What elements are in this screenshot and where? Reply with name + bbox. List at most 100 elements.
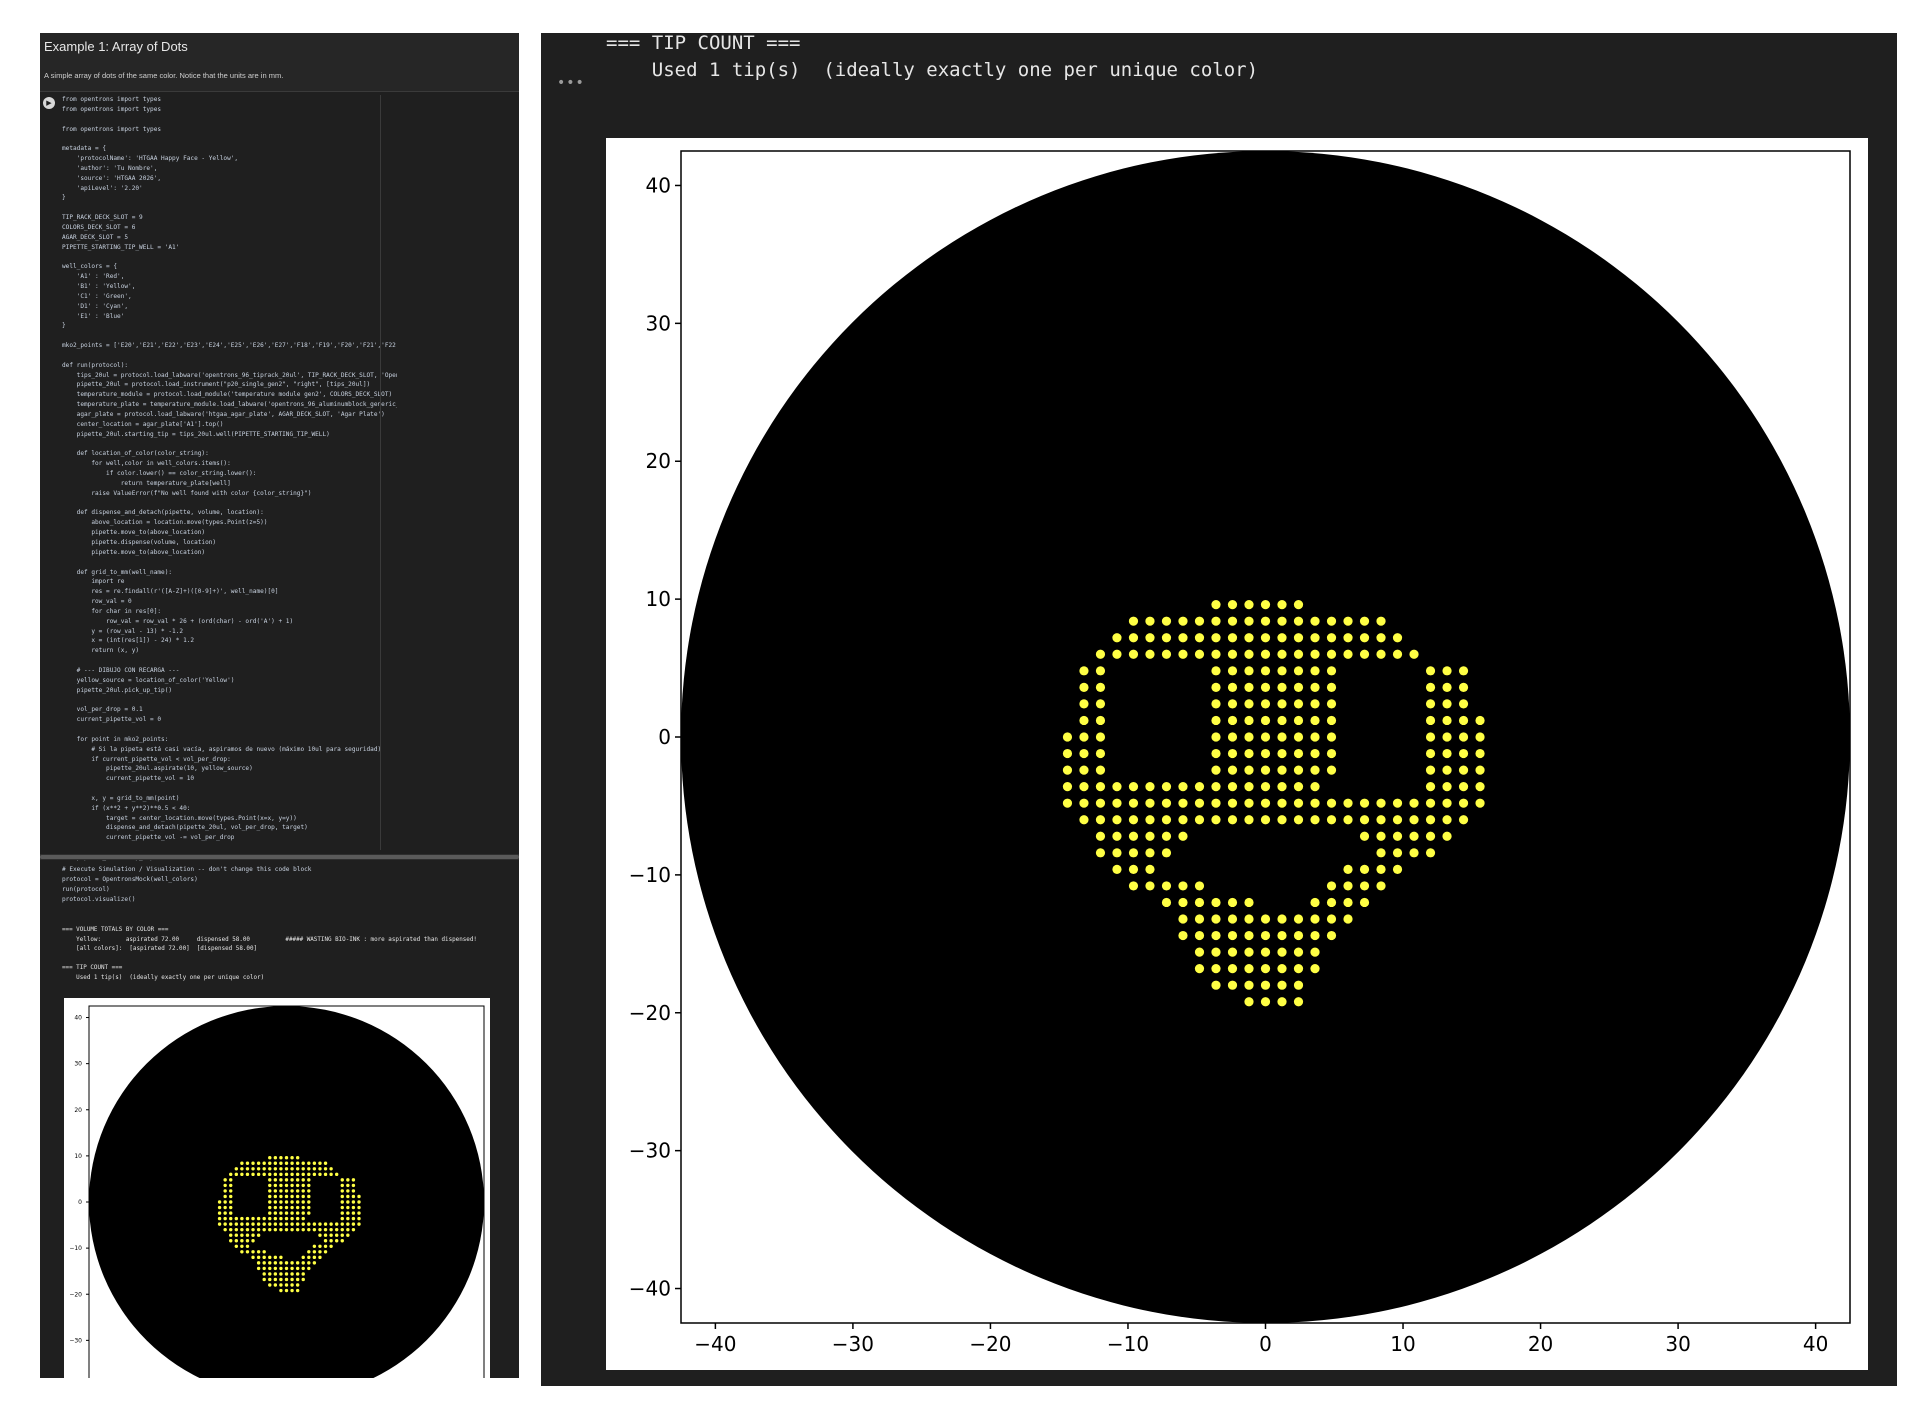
data-point xyxy=(295,1227,300,1232)
data-point xyxy=(1260,930,1271,941)
markdown-cell[interactable]: Example 1: Array of Dots A simple array … xyxy=(40,33,519,91)
data-point xyxy=(351,1216,356,1221)
data-point xyxy=(312,1227,317,1232)
data-point xyxy=(284,1172,289,1177)
code-line: TIP_RACK_DECK_SLOT = 9 xyxy=(62,214,143,222)
data-point xyxy=(1194,947,1205,957)
data-point xyxy=(318,1222,322,1226)
data-point xyxy=(256,1161,261,1165)
data-point xyxy=(284,1156,289,1160)
data-point xyxy=(301,1211,305,1215)
code-line: 'author': 'Tu Nombre', xyxy=(62,164,158,172)
data-point xyxy=(295,1189,300,1193)
data-point xyxy=(1211,715,1221,726)
data-point xyxy=(1227,980,1238,990)
data-point xyxy=(217,1222,222,1226)
data-point xyxy=(318,1250,322,1254)
data-point xyxy=(273,1227,278,1232)
data-point xyxy=(295,1200,300,1204)
data-point xyxy=(307,1261,311,1265)
code-cell[interactable]: from opentrons import types from opentro… xyxy=(62,95,397,865)
data-point xyxy=(245,1222,250,1226)
data-point xyxy=(307,1227,311,1232)
data-point xyxy=(223,1189,227,1193)
data-point xyxy=(290,1156,294,1160)
data-point xyxy=(1260,997,1271,1007)
data-point xyxy=(351,1183,356,1188)
data-point xyxy=(1376,616,1386,626)
data-point xyxy=(1211,699,1221,709)
data-point xyxy=(334,1222,339,1226)
data-point xyxy=(290,1272,294,1276)
data-point xyxy=(295,1283,300,1287)
cell-divider xyxy=(40,91,519,92)
data-point xyxy=(1293,947,1304,957)
data-point xyxy=(268,1277,272,1282)
data-point xyxy=(307,1222,311,1226)
data-point xyxy=(273,1205,278,1210)
code-line: x = (int(res[1]) - 24) * 1.2 xyxy=(62,637,195,645)
data-point xyxy=(346,1194,350,1199)
data-point xyxy=(1293,815,1304,825)
scrollbar-thumb[interactable] xyxy=(40,855,519,859)
data-point xyxy=(1442,782,1452,792)
data-point xyxy=(273,1266,278,1271)
data-point xyxy=(268,1261,272,1265)
data-point xyxy=(229,1239,233,1243)
output-line: Used 1 tip(s) (ideally exactly one per u… xyxy=(62,974,265,981)
horizontal-scrollbar[interactable] xyxy=(40,854,519,860)
data-point xyxy=(1458,715,1469,726)
data-point xyxy=(1095,715,1106,726)
data-point xyxy=(234,1222,239,1226)
execute-code-editor[interactable]: # Execute Simulation / Visualization -- … xyxy=(62,865,512,904)
data-point xyxy=(268,1283,272,1287)
data-point xyxy=(1293,748,1304,759)
code-editor[interactable]: from opentrons import types from opentro… xyxy=(62,95,397,863)
data-point xyxy=(329,1167,333,1171)
data-point xyxy=(240,1216,244,1221)
data-point xyxy=(1326,715,1337,726)
data-point xyxy=(346,1205,350,1210)
data-point xyxy=(1310,649,1320,659)
code-line: for char in res[0]: xyxy=(62,607,162,615)
data-point xyxy=(284,1222,289,1226)
execute-code-cell[interactable]: # Execute Simulation / Visualization -- … xyxy=(62,865,512,915)
more-horizontal-icon[interactable]: ••• xyxy=(557,75,585,91)
data-point xyxy=(262,1266,266,1271)
data-point xyxy=(1211,732,1221,742)
data-point xyxy=(279,1189,283,1193)
data-point xyxy=(290,1205,294,1210)
y-tick-label: −10 xyxy=(69,1245,82,1252)
data-point xyxy=(1277,930,1287,941)
output-text: === VOLUME TOTALS BY COLOR === Yellow: a… xyxy=(62,926,517,984)
data-point xyxy=(256,1266,261,1271)
data-point xyxy=(1079,798,1089,808)
data-point xyxy=(1442,715,1452,726)
data-point xyxy=(1112,815,1122,825)
data-point xyxy=(234,1167,239,1171)
data-point xyxy=(217,1200,222,1204)
y-tick-label: 10 xyxy=(74,1153,82,1160)
data-point xyxy=(1392,815,1403,825)
data-point xyxy=(1062,798,1073,808)
data-point xyxy=(1277,616,1287,626)
data-point xyxy=(284,1205,289,1210)
data-point xyxy=(1409,831,1419,841)
data-point xyxy=(1079,715,1089,726)
data-point xyxy=(268,1161,272,1165)
data-point xyxy=(1211,914,1221,924)
data-point xyxy=(273,1183,278,1188)
data-point xyxy=(251,1239,255,1243)
data-point xyxy=(295,1222,300,1226)
data-point xyxy=(1260,798,1271,808)
run-cell-button[interactable]: ▶ xyxy=(43,97,55,109)
code-line: pipette.move_to(above_location) xyxy=(62,529,206,537)
code-line: PIPETTE_STARTING_TIP_WELL = 'A1' xyxy=(62,243,180,251)
data-point xyxy=(229,1205,233,1210)
data-point xyxy=(1178,633,1188,643)
data-point xyxy=(1211,748,1221,759)
data-point xyxy=(318,1233,322,1237)
data-point xyxy=(301,1200,305,1204)
data-point xyxy=(1425,848,1436,858)
data-point xyxy=(301,1216,305,1221)
